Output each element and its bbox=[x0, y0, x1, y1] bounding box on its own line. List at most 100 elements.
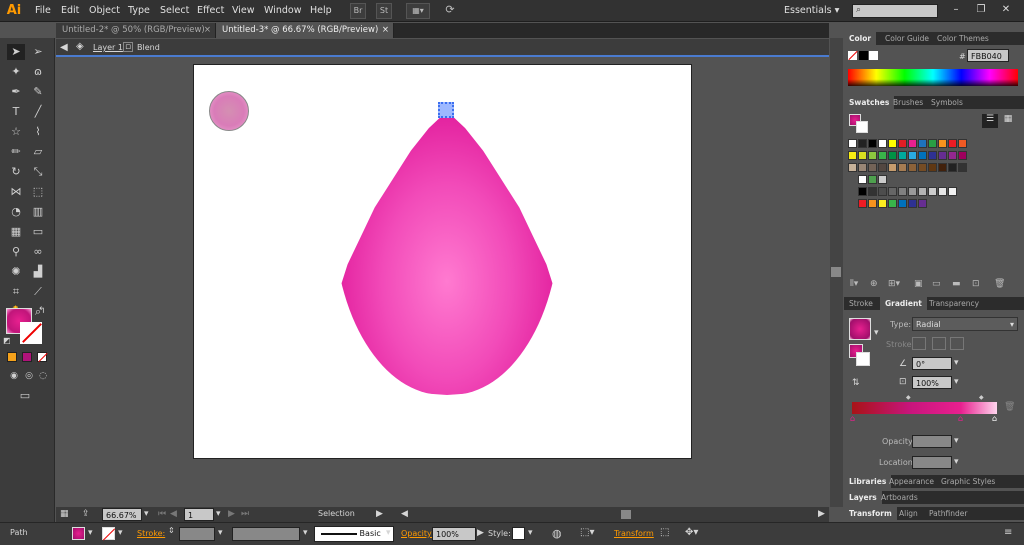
swatch-options-icon[interactable]: ▣ bbox=[914, 279, 923, 289]
horizontal-scroll-thumb[interactable] bbox=[621, 510, 631, 519]
pencil-tool-icon[interactable]: ✏ bbox=[7, 144, 25, 160]
color-swatch[interactable] bbox=[948, 187, 957, 196]
scroll-thumb[interactable] bbox=[831, 267, 841, 277]
selection-tool-icon[interactable]: ➤ bbox=[7, 44, 25, 60]
artboard-nav-icon[interactable]: ▦ bbox=[60, 509, 69, 519]
menu-file[interactable]: File bbox=[35, 0, 51, 22]
color-swatch[interactable] bbox=[958, 139, 967, 148]
lasso-tool-icon[interactable]: ɷ bbox=[29, 64, 47, 80]
swatch-stroke-indicator[interactable] bbox=[856, 121, 868, 133]
screen-mode-icon[interactable]: ▭ bbox=[16, 388, 34, 404]
gradient-circle-object[interactable] bbox=[209, 91, 249, 131]
menu-view[interactable]: View bbox=[232, 0, 255, 22]
tab-color-guide[interactable]: Color Guide bbox=[880, 32, 934, 45]
new-folder-icon[interactable]: ▬ bbox=[952, 279, 961, 289]
delete-swatch-icon[interactable]: 🗑 bbox=[994, 279, 1005, 289]
gpu-performance-icon[interactable]: ⟳ bbox=[442, 3, 458, 19]
color-swatch[interactable] bbox=[858, 175, 867, 184]
delete-stop-icon[interactable]: 🗑 bbox=[1004, 402, 1015, 412]
color-swatch[interactable] bbox=[888, 139, 897, 148]
gradient-stop-icon[interactable]: ⌂ bbox=[992, 414, 997, 423]
first-artboard-icon[interactable]: ⏮ bbox=[158, 509, 166, 519]
tab-artboards[interactable]: Artboards bbox=[876, 491, 923, 504]
stop-location-dropdown-icon[interactable]: ▾ bbox=[954, 457, 959, 467]
color-swatch[interactable] bbox=[888, 199, 897, 208]
eyedropper-tool-icon[interactable]: ⚲ bbox=[7, 244, 25, 260]
color-swatch[interactable] bbox=[908, 163, 917, 172]
color-swatch[interactable] bbox=[848, 163, 857, 172]
menu-window[interactable]: Window bbox=[264, 0, 301, 22]
stroke-label[interactable]: Stroke: bbox=[137, 529, 165, 538]
back-arrow-icon[interactable]: ◀ bbox=[60, 42, 68, 53]
artboard-tool-icon[interactable]: ⌗ bbox=[7, 284, 25, 300]
breadcrumb-layer[interactable]: Layer 1 bbox=[93, 43, 123, 52]
close-icon[interactable]: × bbox=[382, 23, 389, 38]
tab-transform[interactable]: Transform bbox=[844, 507, 897, 520]
free-transform-tool-icon[interactable]: ⬚ bbox=[29, 184, 47, 200]
arrange-documents-icon[interactable]: ▦▾ bbox=[406, 3, 430, 19]
tab-align[interactable]: Align bbox=[894, 507, 923, 520]
black-color-icon[interactable] bbox=[859, 51, 868, 60]
blend-tool-icon[interactable]: ∞ bbox=[29, 244, 47, 260]
aspect-ratio-field[interactable]: 100% bbox=[912, 376, 952, 389]
tab-color-themes[interactable]: Color Themes bbox=[932, 32, 994, 45]
color-swatch[interactable] bbox=[868, 199, 877, 208]
gradient-stroke-indicator[interactable] bbox=[856, 352, 870, 366]
color-swatch[interactable] bbox=[898, 187, 907, 196]
gradient-stop-icon[interactable]: ⌂ bbox=[850, 414, 855, 423]
fill-dropdown-icon[interactable]: ▾ bbox=[88, 528, 93, 538]
none-mode-icon[interactable] bbox=[37, 352, 48, 363]
color-swatch[interactable] bbox=[878, 151, 887, 160]
gradient-tool-icon[interactable]: ▭ bbox=[29, 224, 47, 240]
gradient-stop-icon[interactable]: ⌂ bbox=[958, 414, 963, 423]
stroke-across-icon[interactable] bbox=[950, 337, 964, 350]
color-swatch[interactable] bbox=[908, 139, 917, 148]
menu-edit[interactable]: Edit bbox=[61, 0, 79, 22]
color-swatch[interactable] bbox=[908, 199, 917, 208]
artboard[interactable] bbox=[193, 64, 692, 459]
stroke-weight-dropdown-icon[interactable]: ▾ bbox=[218, 528, 223, 538]
color-swatch[interactable] bbox=[918, 151, 927, 160]
selected-anchor-point[interactable] bbox=[438, 102, 454, 118]
gradient-slider[interactable] bbox=[852, 402, 997, 414]
color-swatch[interactable] bbox=[888, 187, 897, 196]
search-input[interactable]: ⌕ bbox=[852, 4, 938, 18]
color-swatch[interactable] bbox=[848, 151, 857, 160]
menu-object[interactable]: Object bbox=[89, 0, 120, 22]
breadcrumb-object[interactable]: Blend bbox=[137, 43, 160, 52]
tab-untitled-3[interactable]: Untitled-3* @ 66.67% (RGB/Preview) × bbox=[216, 23, 394, 38]
angle-dropdown-icon[interactable]: ▾ bbox=[954, 358, 959, 368]
tab-untitled-2[interactable]: Untitled-2* @ 50% (RGB/Preview) × bbox=[56, 23, 216, 38]
color-swatch[interactable] bbox=[928, 139, 937, 148]
next-artboard-icon[interactable]: ▶ bbox=[228, 509, 235, 519]
stop-opacity-field[interactable] bbox=[912, 435, 952, 448]
color-swatch[interactable] bbox=[858, 139, 867, 148]
tab-swatches[interactable]: Swatches bbox=[844, 96, 895, 109]
profile-dropdown-icon[interactable]: ▾ bbox=[303, 528, 308, 538]
share-icon[interactable]: ⇪ bbox=[82, 509, 90, 519]
opacity-field[interactable]: 100% bbox=[432, 527, 476, 541]
color-swatch[interactable] bbox=[878, 175, 887, 184]
midpoint-diamond-icon[interactable]: ◆ bbox=[979, 394, 984, 401]
last-artboard-icon[interactable]: ⏭ bbox=[241, 509, 249, 519]
color-swatch[interactable] bbox=[858, 163, 867, 172]
color-swatch[interactable] bbox=[938, 163, 947, 172]
color-swatch[interactable] bbox=[898, 199, 907, 208]
tab-graphic-styles[interactable]: Graphic Styles bbox=[936, 475, 1000, 488]
eraser-tool-icon[interactable]: ▱ bbox=[29, 144, 47, 160]
aspect-dropdown-icon[interactable]: ▾ bbox=[954, 377, 959, 387]
brush-definition[interactable]: Basic bbox=[314, 526, 394, 542]
restore-icon[interactable]: ❐ bbox=[970, 2, 992, 18]
stroke-along-icon[interactable] bbox=[932, 337, 946, 350]
color-swatch[interactable] bbox=[898, 151, 907, 160]
new-color-group-icon[interactable]: ▭ bbox=[932, 279, 941, 289]
tab-brushes[interactable]: Brushes bbox=[888, 96, 928, 109]
pink-fur-blend-object[interactable] bbox=[336, 111, 558, 395]
stroke-dropdown-icon[interactable]: ▾ bbox=[118, 528, 123, 538]
color-swatch[interactable] bbox=[918, 163, 927, 172]
default-colors-icon[interactable]: ◩ bbox=[3, 336, 11, 345]
tab-color[interactable]: Color bbox=[844, 32, 877, 45]
artboard-dropdown-icon[interactable]: ▾ bbox=[216, 509, 221, 519]
prev-artboard-icon[interactable]: ◀ bbox=[170, 509, 177, 519]
color-swatch[interactable] bbox=[868, 175, 877, 184]
